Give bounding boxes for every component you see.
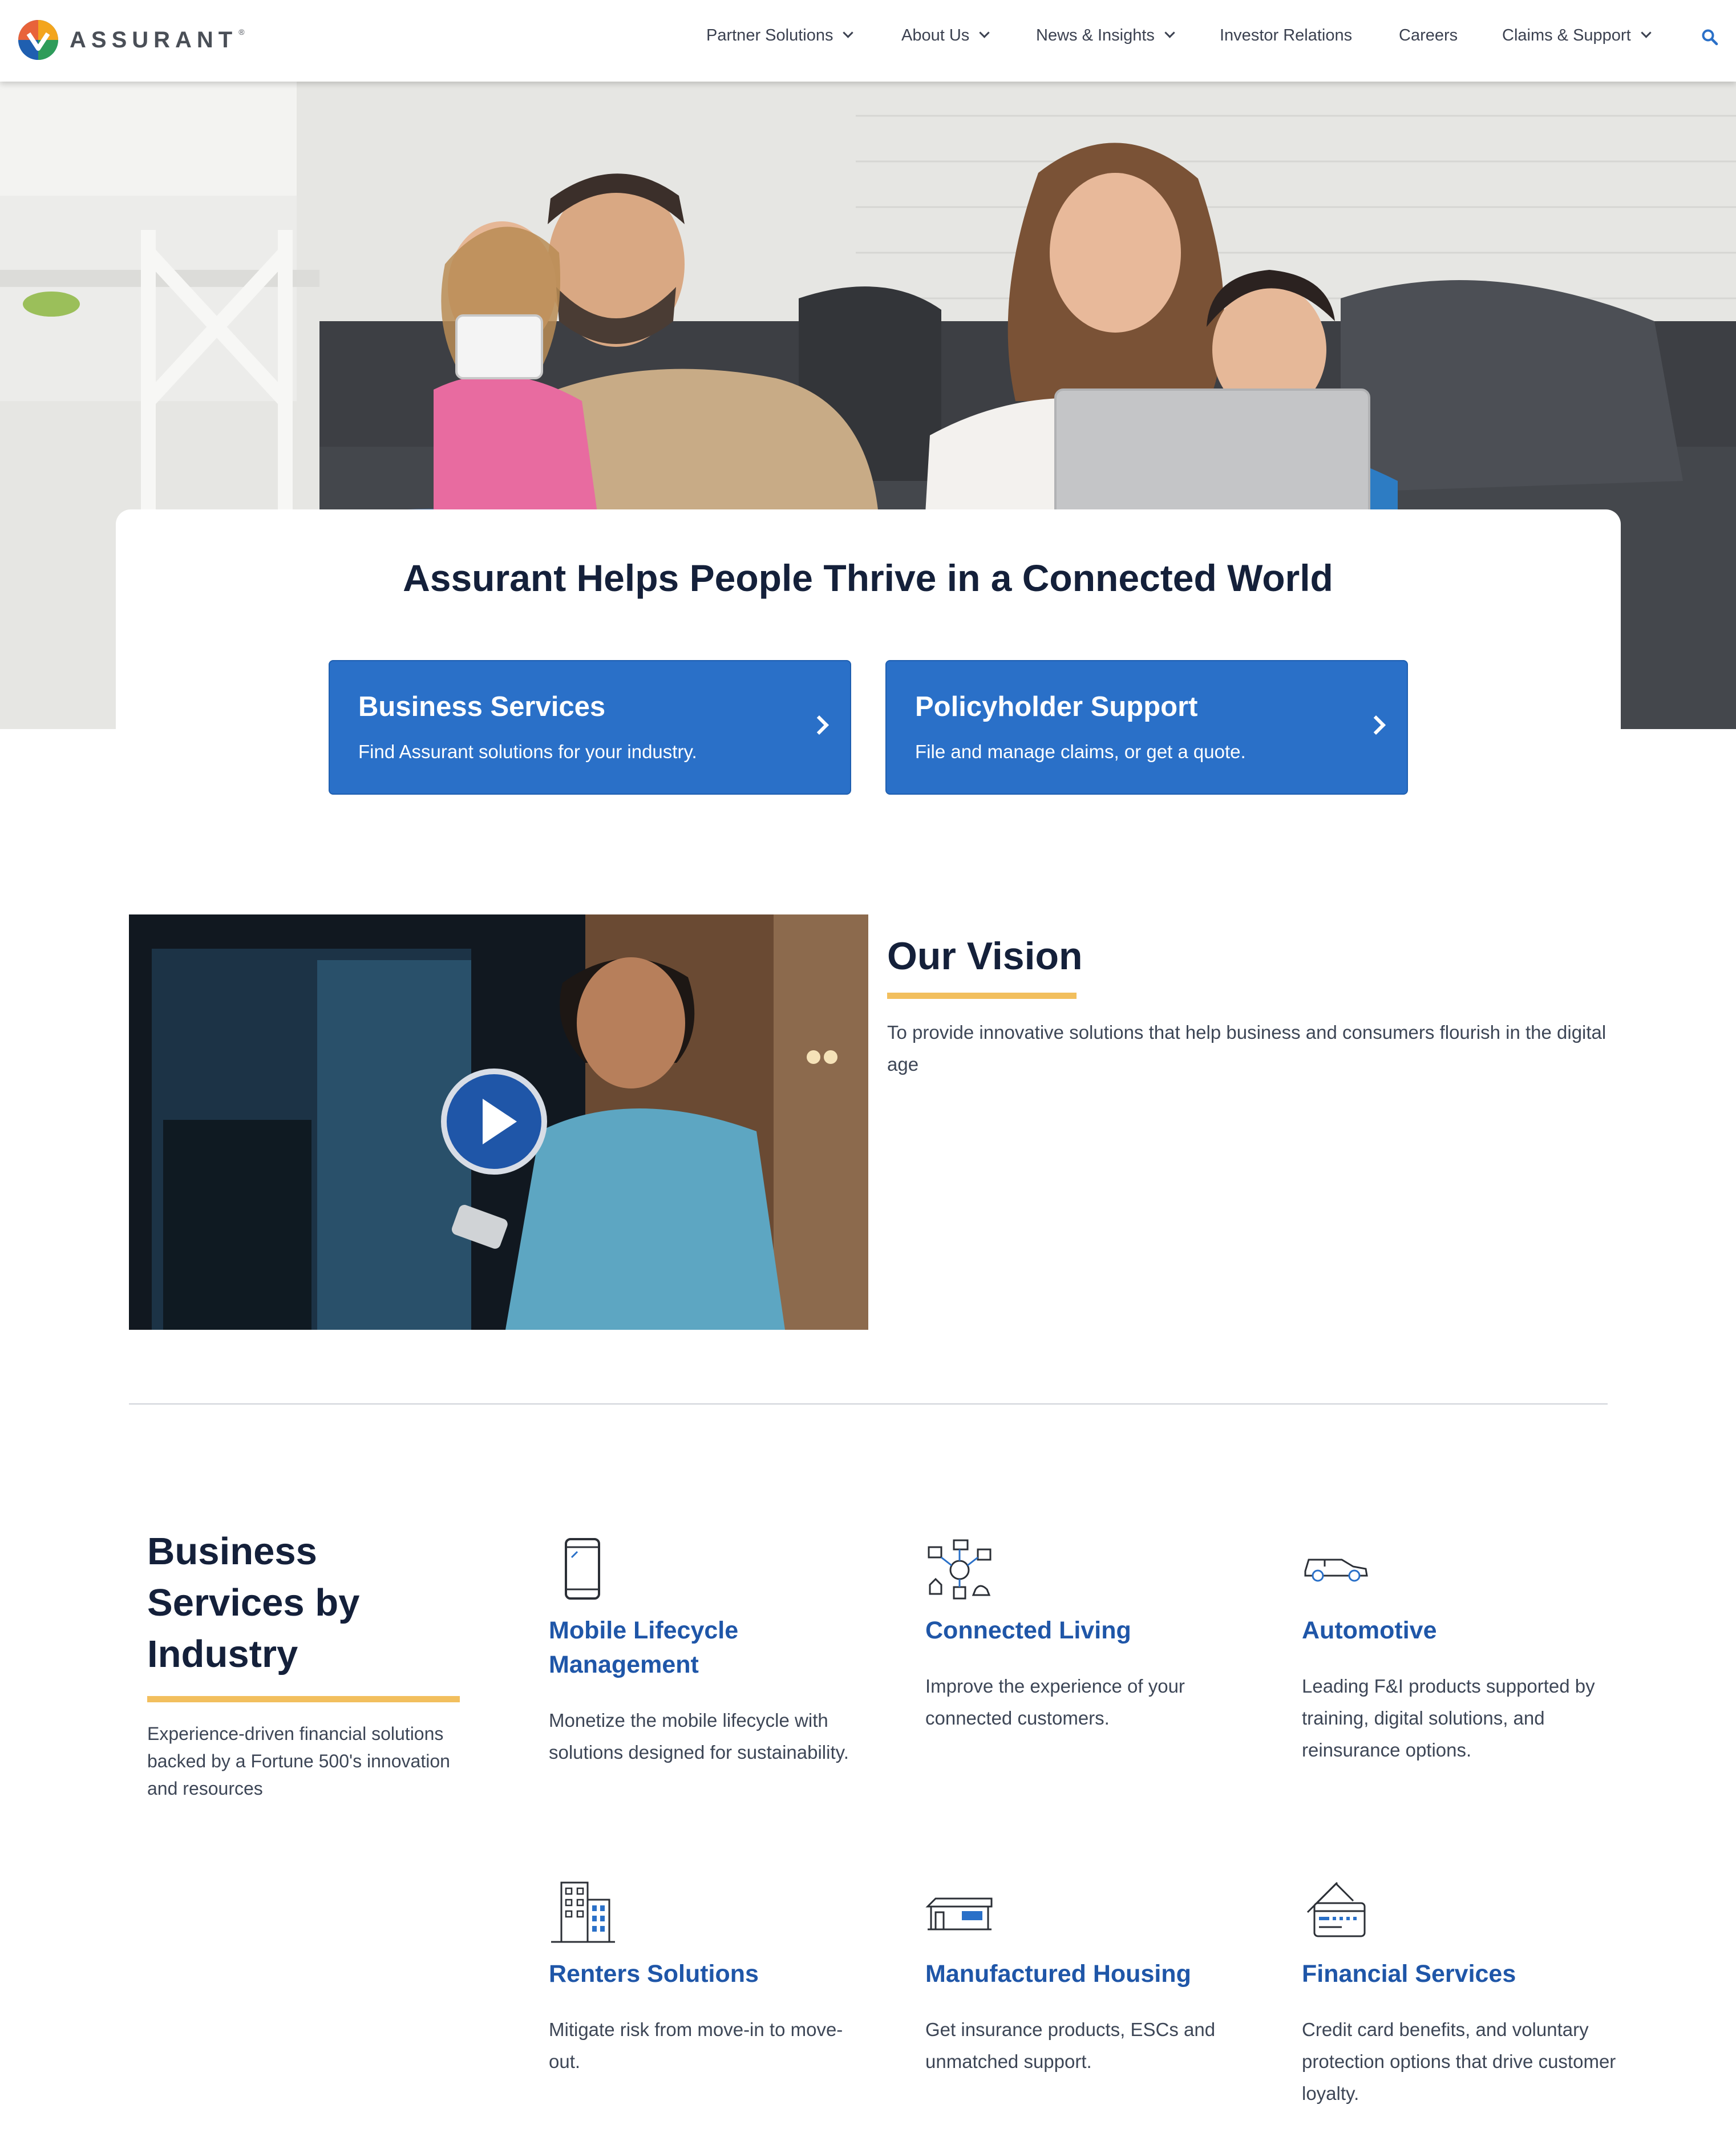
industry-description: Credit card benefits, and voluntary prot… — [1302, 2019, 1616, 2104]
vision-text: To provide innovative solutions that hel… — [887, 1022, 1606, 1075]
car-icon — [1304, 1559, 1368, 1582]
chevron-down-icon — [1164, 27, 1175, 38]
section-divider — [129, 1403, 1608, 1405]
nav-claims-support[interactable]: Claims & Support — [1502, 26, 1652, 45]
nav-investor-relations[interactable]: Investor Relations — [1220, 26, 1352, 45]
industry-card-financial-services[interactable]: Financial Services Credit card benefits,… — [1302, 1878, 1633, 2118]
vision-accent-bar — [887, 993, 1077, 999]
industry-card-manufactured-housing[interactable]: Manufactured Housing Get insurance produ… — [925, 1878, 1256, 2083]
search-icon[interactable] — [1701, 29, 1718, 46]
nav-about-us[interactable]: About Us — [901, 26, 990, 45]
hero-title: Assurant Helps People Thrive in a Connec… — [403, 557, 1333, 599]
cta-title: Policyholder Support — [915, 691, 1198, 722]
industry-description: Improve the experience of your connected… — [925, 1675, 1185, 1729]
nav-label: Careers — [1399, 26, 1458, 44]
policyholder-support-button[interactable]: Policyholder Support File and manage cla… — [885, 660, 1408, 795]
cta-subtitle: File and manage claims, or get a quote. — [915, 741, 1246, 762]
chevron-right-icon — [810, 715, 829, 735]
nav-label: Partner Solutions — [706, 26, 833, 44]
industry-card-mobile-lifecycle[interactable]: Mobile Lifecycle Management Monetize the… — [549, 1535, 880, 1808]
registered-mark: ® — [238, 27, 245, 37]
manufactured-home-icon — [925, 1897, 993, 1930]
apartment-building-icon — [551, 1881, 615, 1943]
cta-subtitle: Find Assurant solutions for your industr… — [358, 741, 697, 762]
industry-description: Leading F&I products supported by traini… — [1302, 1675, 1595, 1760]
assurant-logo-mark-icon — [18, 20, 58, 60]
vision-title: Our Vision — [887, 934, 1083, 978]
vision-video[interactable] — [129, 914, 868, 1330]
industry-name: Connected Living — [925, 1617, 1131, 1644]
connected-devices-icon — [928, 1539, 992, 1600]
chevron-right-icon — [1366, 715, 1386, 735]
nav-label: About Us — [901, 26, 970, 44]
industry-name: Renters Solutions — [549, 1960, 759, 1988]
assurant-logo[interactable]: ASSURANT ® — [17, 17, 245, 63]
chevron-down-icon — [1640, 27, 1652, 38]
nav-label: Investor Relations — [1220, 26, 1353, 44]
industries-title: Business Services by Industry — [147, 1530, 360, 1675]
industries-subtitle: Experience-driven financial solutions ba… — [147, 1723, 450, 1799]
nav-label: Claims & Support — [1502, 26, 1631, 44]
industry-card-renters-solutions[interactable]: Renters Solutions Mitigate risk from mov… — [549, 1878, 880, 2083]
site-header: ASSURANT ® Partner Solutions About Us Ne… — [0, 0, 1736, 82]
industry-name: Manufactured Housing — [925, 1960, 1191, 1988]
industries-accent-bar — [147, 1696, 460, 1702]
industry-description: Get insurance products, ESCs and unmatch… — [925, 2019, 1216, 2072]
industry-description: Monetize the mobile lifecycle with solut… — [549, 1710, 849, 1763]
nav-partner-solutions[interactable]: Partner Solutions — [706, 26, 854, 45]
nav-label: News & Insights — [1036, 26, 1155, 44]
industry-card-connected-living[interactable]: Connected Living Improve the experience … — [925, 1535, 1256, 1763]
industry-name: Financial Services — [1302, 1960, 1516, 1988]
industry-description: Mitigate risk from move-in to move-out. — [549, 2019, 843, 2072]
industry-name: Mobile Lifecycle Management — [549, 1617, 739, 1678]
smartphone-icon — [565, 1538, 600, 1600]
credit-card-icon — [1306, 1881, 1366, 1937]
play-icon[interactable] — [440, 1067, 548, 1176]
nav-careers[interactable]: Careers — [1399, 26, 1458, 45]
chevron-down-icon — [843, 27, 854, 38]
chevron-down-icon — [979, 27, 990, 38]
nav-news-insights[interactable]: News & Insights — [1036, 26, 1175, 45]
business-services-button[interactable]: Business Services Find Assurant solution… — [329, 660, 851, 795]
industry-name: Automotive — [1302, 1617, 1437, 1644]
cta-title: Business Services — [358, 691, 606, 722]
industry-card-automotive[interactable]: Automotive Leading F&I products supporte… — [1302, 1535, 1633, 1774]
brand-name: ASSURANT — [70, 27, 238, 52]
